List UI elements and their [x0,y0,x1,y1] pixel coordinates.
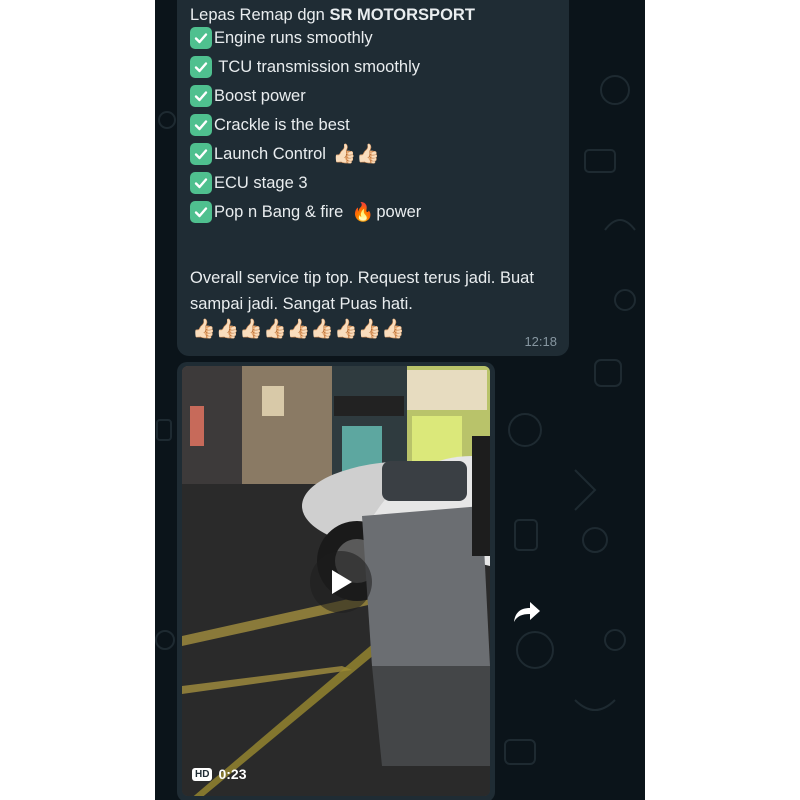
checklist-item-suffix: power [376,202,422,221]
checklist-item: ECU stage 3 [190,170,308,196]
check-mark-button-icon [190,85,212,107]
message-bubble[interactable]: Lepas Remap dgn SR MOTORSPORT Engine run… [177,0,569,356]
checklist-item-text: ECU stage 3 [214,173,308,192]
forward-icon [514,602,540,622]
checklist-item: Pop n Bang & fire 🔥 power [190,199,421,225]
paragraph-text: Overall service tip top. Request terus j… [190,269,534,313]
checklist-item-text: Pop n Bang & fire [214,202,348,221]
checklist-item-text: Engine runs smoothly [214,28,373,47]
check-mark-button-icon [190,114,212,136]
video-thumbnail[interactable]: HD 0:23 [182,366,490,796]
paragraph-thumbs-emoji: 👍🏻👍🏻👍🏻👍🏻👍🏻👍🏻👍🏻👍🏻👍🏻 [192,319,405,340]
checklist-item-text: Launch Control [214,144,331,163]
message-title: Lepas Remap dgn SR MOTORSPORT [190,6,475,25]
forward-button[interactable] [506,594,548,630]
message-paragraph: Overall service tip top. Request terus j… [190,265,560,343]
hd-badge: HD [192,767,213,781]
message-timestamp: 12:18 [524,334,557,349]
video-duration: HD 0:23 [192,766,246,782]
title-prefix: Lepas Remap dgn [190,6,330,24]
checklist-item-text: TCU transmission smoothly [214,57,421,76]
check-mark-button-icon [190,143,212,165]
video-message-bubble[interactable]: HD 0:23 [177,362,495,800]
title-brand: SR MOTORSPORT [329,6,475,24]
check-mark-button-icon [190,56,212,78]
checklist-item: Engine runs smoothly [190,25,373,51]
thumbs-up-emoji: 👍🏻👍🏻 [332,143,380,165]
check-mark-button-icon [190,27,212,49]
fire-emoji: 🔥 [351,201,375,222]
checklist-item-text: Crackle is the best [214,115,350,134]
duration-text: 0:23 [218,766,247,782]
checklist-item: Boost power [190,83,306,109]
play-icon [332,570,352,594]
play-button[interactable] [310,551,372,613]
check-mark-button-icon [190,201,212,223]
check-mark-button-icon [190,172,212,194]
checklist-item: Launch Control 👍🏻👍🏻 [190,141,380,167]
checklist-item: Crackle is the best [190,112,350,138]
checklist-item: TCU transmission smoothly [190,54,420,80]
chat-screen: Lepas Remap dgn SR MOTORSPORT Engine run… [155,0,645,800]
checklist-item-text: Boost power [214,86,306,105]
